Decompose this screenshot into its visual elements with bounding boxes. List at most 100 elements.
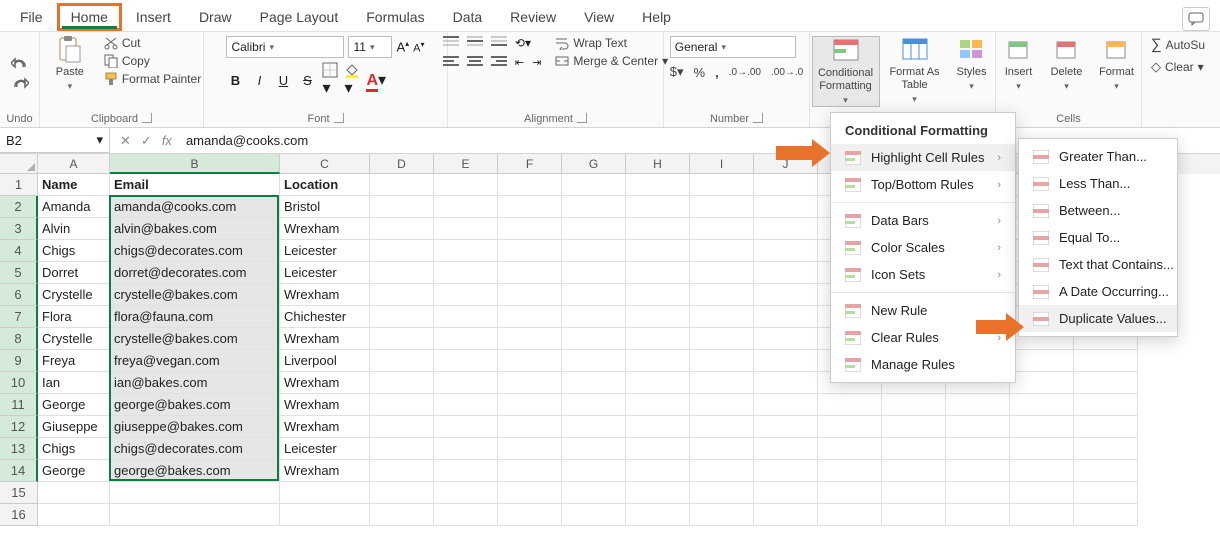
cell[interactable]	[882, 416, 946, 438]
cell[interactable]	[690, 350, 754, 372]
cell[interactable]	[946, 460, 1010, 482]
cell-styles-button[interactable]: Styles▾	[950, 36, 994, 92]
row-header[interactable]: 14	[0, 460, 38, 482]
cell[interactable]	[690, 174, 754, 196]
row-header[interactable]: 15	[0, 482, 38, 504]
cell[interactable]: Wrexham	[280, 394, 370, 416]
cell[interactable]	[690, 372, 754, 394]
cell[interactable]: Leicester	[280, 240, 370, 262]
cell[interactable]	[498, 262, 562, 284]
cell[interactable]: Crystelle	[38, 328, 110, 350]
cell[interactable]	[754, 284, 818, 306]
cell[interactable]	[498, 284, 562, 306]
row-header[interactable]: 12	[0, 416, 38, 438]
cell[interactable]	[498, 438, 562, 460]
col-header-E[interactable]: E	[434, 154, 498, 174]
align-bottom-button[interactable]	[491, 36, 507, 48]
font-color-button[interactable]: A▾	[366, 70, 386, 90]
cell[interactable]	[434, 218, 498, 240]
merge-center-button[interactable]: Merge & Center▾	[555, 54, 668, 68]
cell[interactable]	[434, 174, 498, 196]
cell[interactable]	[754, 218, 818, 240]
select-all-triangle[interactable]	[0, 154, 38, 174]
cell[interactable]	[562, 350, 626, 372]
cell[interactable]	[626, 218, 690, 240]
cell[interactable]	[946, 438, 1010, 460]
cell[interactable]: giuseppe@bakes.com	[110, 416, 280, 438]
row-header[interactable]: 1	[0, 174, 38, 196]
cell[interactable]	[754, 504, 818, 526]
font-size-combo[interactable]: 11▾	[348, 36, 392, 58]
cell[interactable]	[946, 394, 1010, 416]
cell[interactable]	[690, 504, 754, 526]
cell[interactable]	[370, 284, 434, 306]
cell[interactable]: Liverpool	[280, 350, 370, 372]
increase-indent-button[interactable]: ⇥	[532, 56, 541, 69]
col-header-D[interactable]: D	[370, 154, 434, 174]
tab-review[interactable]: Review	[496, 3, 570, 31]
cell[interactable]	[498, 394, 562, 416]
dialog-launcher-icon[interactable]	[334, 113, 344, 123]
cell[interactable]: Amanda	[38, 196, 110, 218]
cell[interactable]	[434, 482, 498, 504]
row-header[interactable]: 3	[0, 218, 38, 240]
cell[interactable]	[370, 504, 434, 526]
tab-page-layout[interactable]: Page Layout	[246, 3, 353, 31]
undo-icon[interactable]	[11, 57, 29, 71]
cell[interactable]	[946, 504, 1010, 526]
bold-button[interactable]: B	[226, 73, 244, 88]
menu-item-between...[interactable]: Between...	[1019, 197, 1177, 224]
cell[interactable]	[562, 284, 626, 306]
cell[interactable]	[882, 482, 946, 504]
cell[interactable]	[690, 306, 754, 328]
cell[interactable]	[562, 372, 626, 394]
cell[interactable]: Dorret	[38, 262, 110, 284]
cell[interactable]	[1010, 482, 1074, 504]
row-header[interactable]: 8	[0, 328, 38, 350]
cell[interactable]	[370, 460, 434, 482]
currency-button[interactable]: $▾	[670, 64, 684, 80]
cell[interactable]: Wrexham	[280, 372, 370, 394]
cell[interactable]: Chichester	[280, 306, 370, 328]
font-name-combo[interactable]: Calibri▾	[226, 36, 344, 58]
decrease-indent-button[interactable]: ⇤	[515, 56, 524, 69]
cell[interactable]	[562, 416, 626, 438]
menu-item-a-date-occurring...[interactable]: A Date Occurring...	[1019, 278, 1177, 305]
cell[interactable]	[626, 504, 690, 526]
cell[interactable]	[1074, 482, 1138, 504]
cell[interactable]	[882, 438, 946, 460]
cell[interactable]	[690, 482, 754, 504]
cell[interactable]	[1074, 372, 1138, 394]
cell[interactable]	[754, 240, 818, 262]
cell[interactable]	[498, 196, 562, 218]
comma-button[interactable]: ,	[715, 65, 719, 80]
cell[interactable]	[38, 482, 110, 504]
cell[interactable]	[38, 504, 110, 526]
autosum-button[interactable]: ∑AutoSu	[1151, 36, 1205, 53]
cell[interactable]: chigs@decorates.com	[110, 240, 280, 262]
cell[interactable]	[754, 372, 818, 394]
menu-item-top-bottom-rules[interactable]: Top/Bottom Rules›	[831, 171, 1015, 198]
conditional-formatting-button[interactable]: Conditional Formatting▾	[812, 36, 880, 107]
orientation-button[interactable]: ⟲▾	[515, 36, 531, 50]
col-header-I[interactable]: I	[690, 154, 754, 174]
menu-item-less-than...[interactable]: Less Than...	[1019, 170, 1177, 197]
menu-item-data-bars[interactable]: Data Bars›	[831, 207, 1015, 234]
cell[interactable]	[370, 174, 434, 196]
cell[interactable]	[690, 394, 754, 416]
comments-button[interactable]	[1182, 7, 1210, 31]
cell[interactable]	[434, 372, 498, 394]
align-top-button[interactable]	[443, 36, 459, 48]
tab-insert[interactable]: Insert	[122, 3, 185, 31]
cell[interactable]	[434, 262, 498, 284]
italic-button[interactable]: I	[250, 73, 268, 88]
cell[interactable]: Chigs	[38, 438, 110, 460]
align-middle-button[interactable]	[467, 36, 483, 48]
cell[interactable]	[1010, 394, 1074, 416]
cell[interactable]: dorret@decorates.com	[110, 262, 280, 284]
strikethrough-button[interactable]: S	[298, 73, 316, 88]
row-header[interactable]: 5	[0, 262, 38, 284]
row-header[interactable]: 4	[0, 240, 38, 262]
cell[interactable]: Email	[110, 174, 280, 196]
cell[interactable]	[754, 482, 818, 504]
